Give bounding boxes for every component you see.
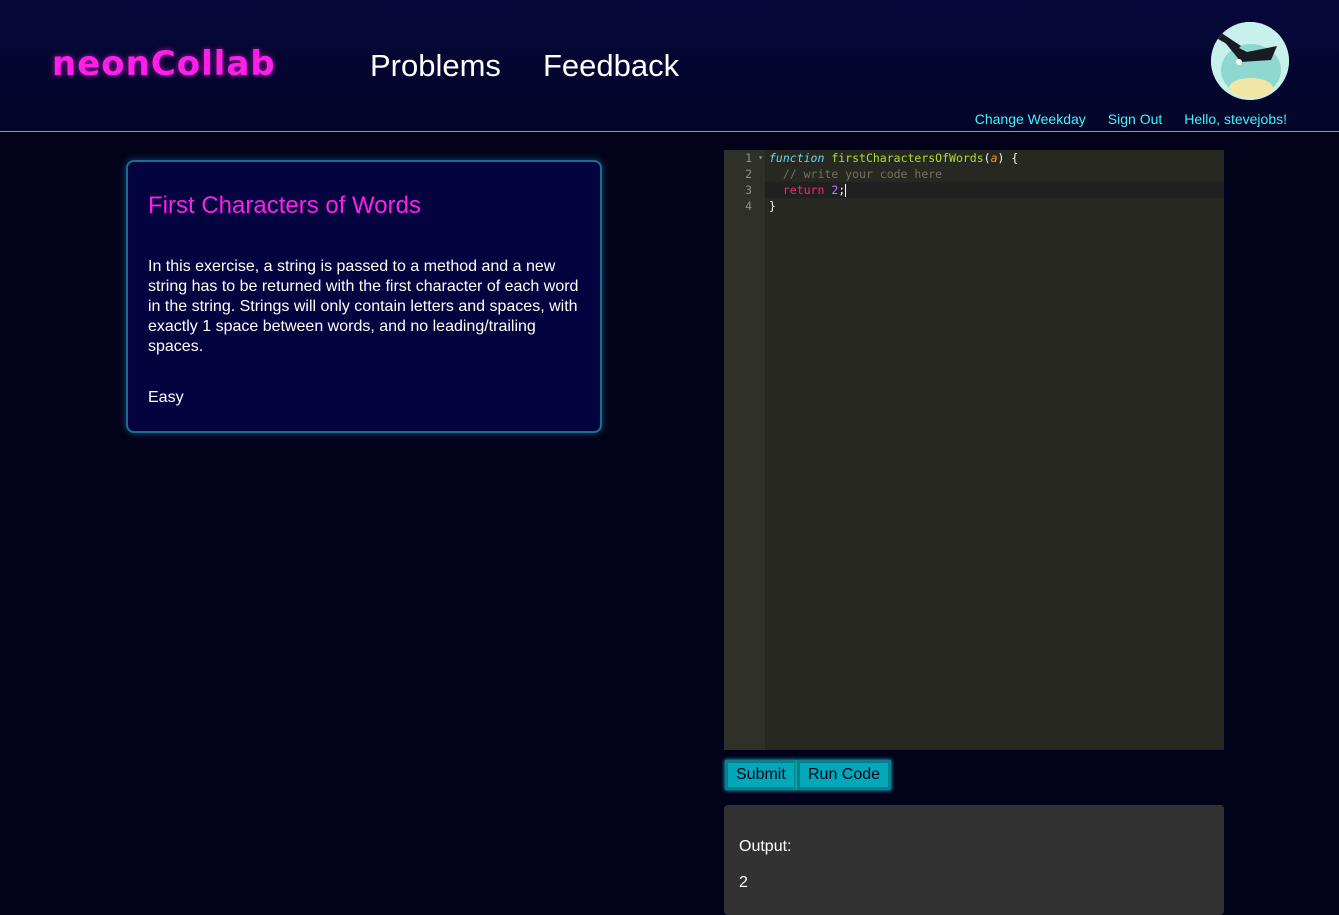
- user-links: Change Weekday Sign Out Hello, stevejobs…: [975, 111, 1287, 127]
- output-panel: Output: 2: [724, 805, 1224, 915]
- line-number: 3: [745, 183, 752, 197]
- function-param: a: [990, 151, 998, 165]
- code-comment: // write your code here: [782, 167, 943, 181]
- problem-card: First Characters of Words In this exerci…: [126, 160, 602, 433]
- sign-out-link[interactable]: Sign Out: [1108, 111, 1162, 127]
- code-line-4[interactable]: }: [765, 198, 1224, 214]
- change-weekday-link[interactable]: Change Weekday: [975, 111, 1086, 127]
- nav-feedback[interactable]: Feedback: [543, 48, 679, 84]
- problem-description: In this exercise, a string is passed to …: [148, 258, 579, 355]
- keyword-function: function: [769, 151, 825, 165]
- text-cursor: [845, 184, 847, 197]
- line-number: 2: [745, 167, 752, 181]
- output-value: 2: [739, 874, 748, 891]
- app-logo[interactable]: neonCollab: [52, 44, 276, 84]
- avatar-image: [1211, 22, 1289, 100]
- code-line-2[interactable]: // write your code here: [765, 166, 1224, 182]
- user-greeting[interactable]: Hello, stevejobs!: [1184, 111, 1287, 127]
- fold-arrow-icon[interactable]: ▾: [758, 150, 763, 166]
- avatar[interactable]: [1211, 22, 1289, 100]
- code-line-1[interactable]: function firstCharactersOfWords(a) {: [765, 150, 1224, 166]
- return-value: 2: [831, 183, 839, 197]
- run-code-button[interactable]: Run Code: [797, 760, 892, 790]
- function-name: firstCharactersOfWords: [831, 151, 984, 165]
- nav-problems[interactable]: Problems: [370, 48, 501, 84]
- problem-difficulty: Easy: [148, 389, 184, 406]
- problem-title: First Characters of Words: [148, 192, 421, 219]
- editor-gutter: 1 ▾ 2 3 4: [724, 150, 765, 750]
- code-editor[interactable]: 1 ▾ 2 3 4 function firstCharactersOfWord…: [724, 150, 1224, 750]
- line-number: 4: [745, 199, 752, 213]
- submit-button[interactable]: Submit: [725, 760, 797, 790]
- top-header: neonCollab Problems Feedback Change Week…: [0, 0, 1339, 132]
- keyword-return: return: [782, 183, 825, 197]
- code-line-3[interactable]: return 2;: [765, 182, 1224, 198]
- output-label: Output:: [739, 838, 792, 855]
- code-area[interactable]: function firstCharactersOfWords(a) { // …: [765, 150, 1224, 214]
- line-number: 1 ▾: [745, 150, 763, 166]
